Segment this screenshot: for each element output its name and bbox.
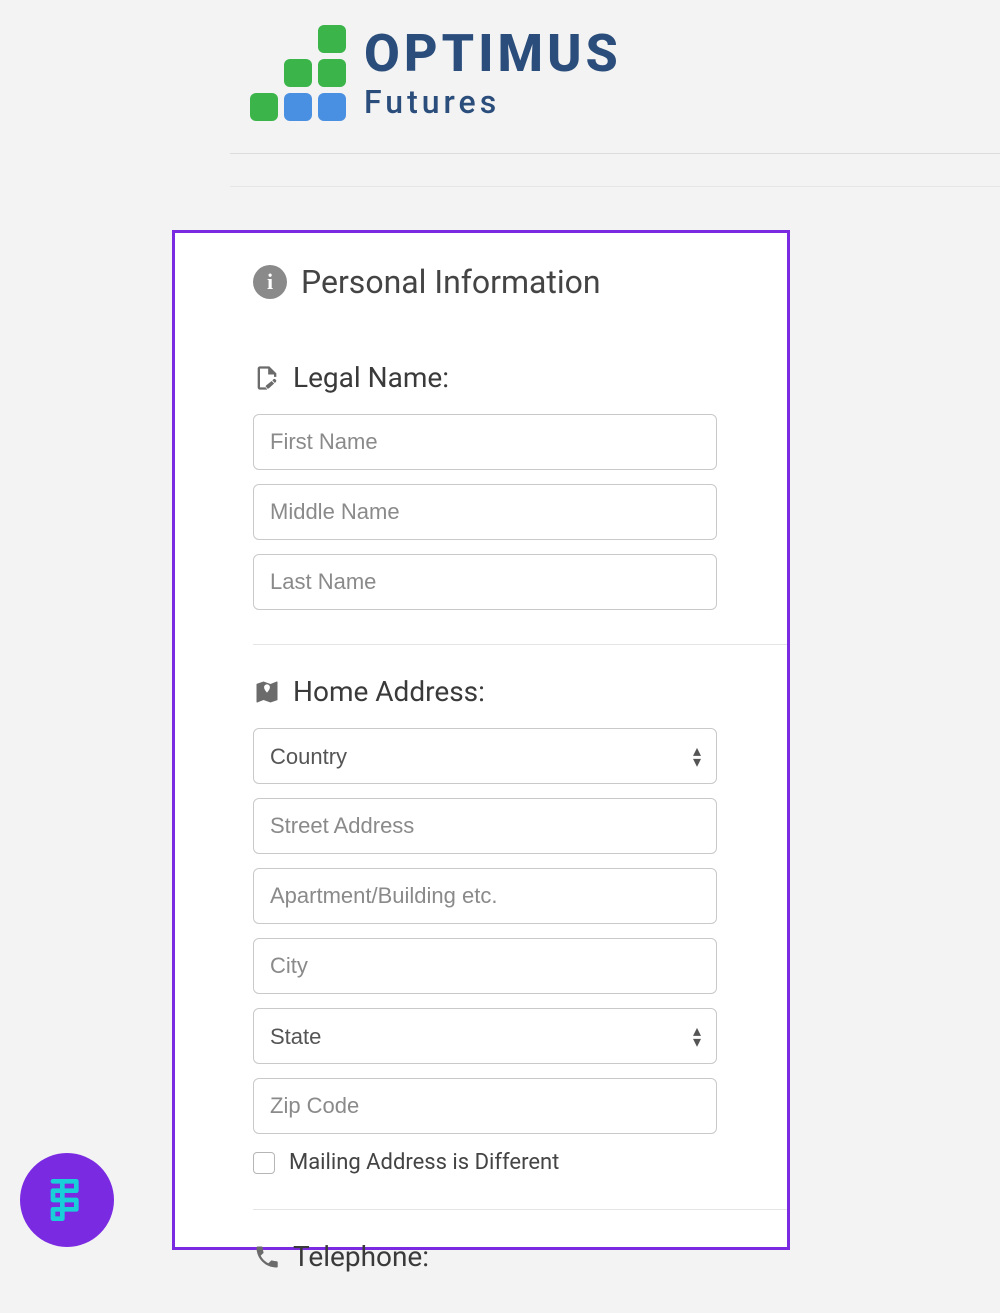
brand-logo: OPTIMUS Futures xyxy=(250,25,1000,121)
country-select[interactable]: Country xyxy=(253,728,717,784)
legal-name-label-text: Legal Name: xyxy=(293,361,449,394)
city-input[interactable] xyxy=(253,938,717,994)
legal-name-label: Legal Name: xyxy=(253,361,787,394)
section-title: i Personal Information xyxy=(253,263,787,301)
home-address-label-text: Home Address: xyxy=(293,675,485,708)
map-pin-icon xyxy=(253,678,281,706)
info-icon: i xyxy=(253,265,287,299)
middle-name-input[interactable] xyxy=(253,484,717,540)
divider xyxy=(253,1209,787,1210)
divider xyxy=(253,644,787,645)
home-address-label: Home Address: xyxy=(253,675,787,708)
telephone-label-text: Telephone: xyxy=(293,1240,429,1273)
brand-title: OPTIMUS xyxy=(364,28,622,80)
first-name-input[interactable] xyxy=(253,414,717,470)
divider xyxy=(230,153,1000,154)
floating-action-button[interactable] xyxy=(20,1153,114,1247)
personal-info-panel: i Personal Information Legal Name: Home … xyxy=(172,230,790,1250)
state-select[interactable]: State xyxy=(253,1008,717,1064)
brand-subtitle: Futures xyxy=(364,86,622,118)
apartment-input[interactable] xyxy=(253,868,717,924)
mailing-different-checkbox[interactable] xyxy=(253,1152,275,1174)
telephone-label: Telephone: xyxy=(253,1240,787,1273)
edit-document-icon xyxy=(253,364,281,392)
logo-mark-icon xyxy=(250,25,346,121)
app-badge-icon xyxy=(39,1172,95,1228)
divider xyxy=(230,186,1000,187)
last-name-input[interactable] xyxy=(253,554,717,610)
phone-icon xyxy=(253,1243,281,1271)
mailing-different-label: Mailing Address is Different xyxy=(289,1150,559,1175)
zip-code-input[interactable] xyxy=(253,1078,717,1134)
section-title-text: Personal Information xyxy=(301,263,601,301)
street-address-input[interactable] xyxy=(253,798,717,854)
